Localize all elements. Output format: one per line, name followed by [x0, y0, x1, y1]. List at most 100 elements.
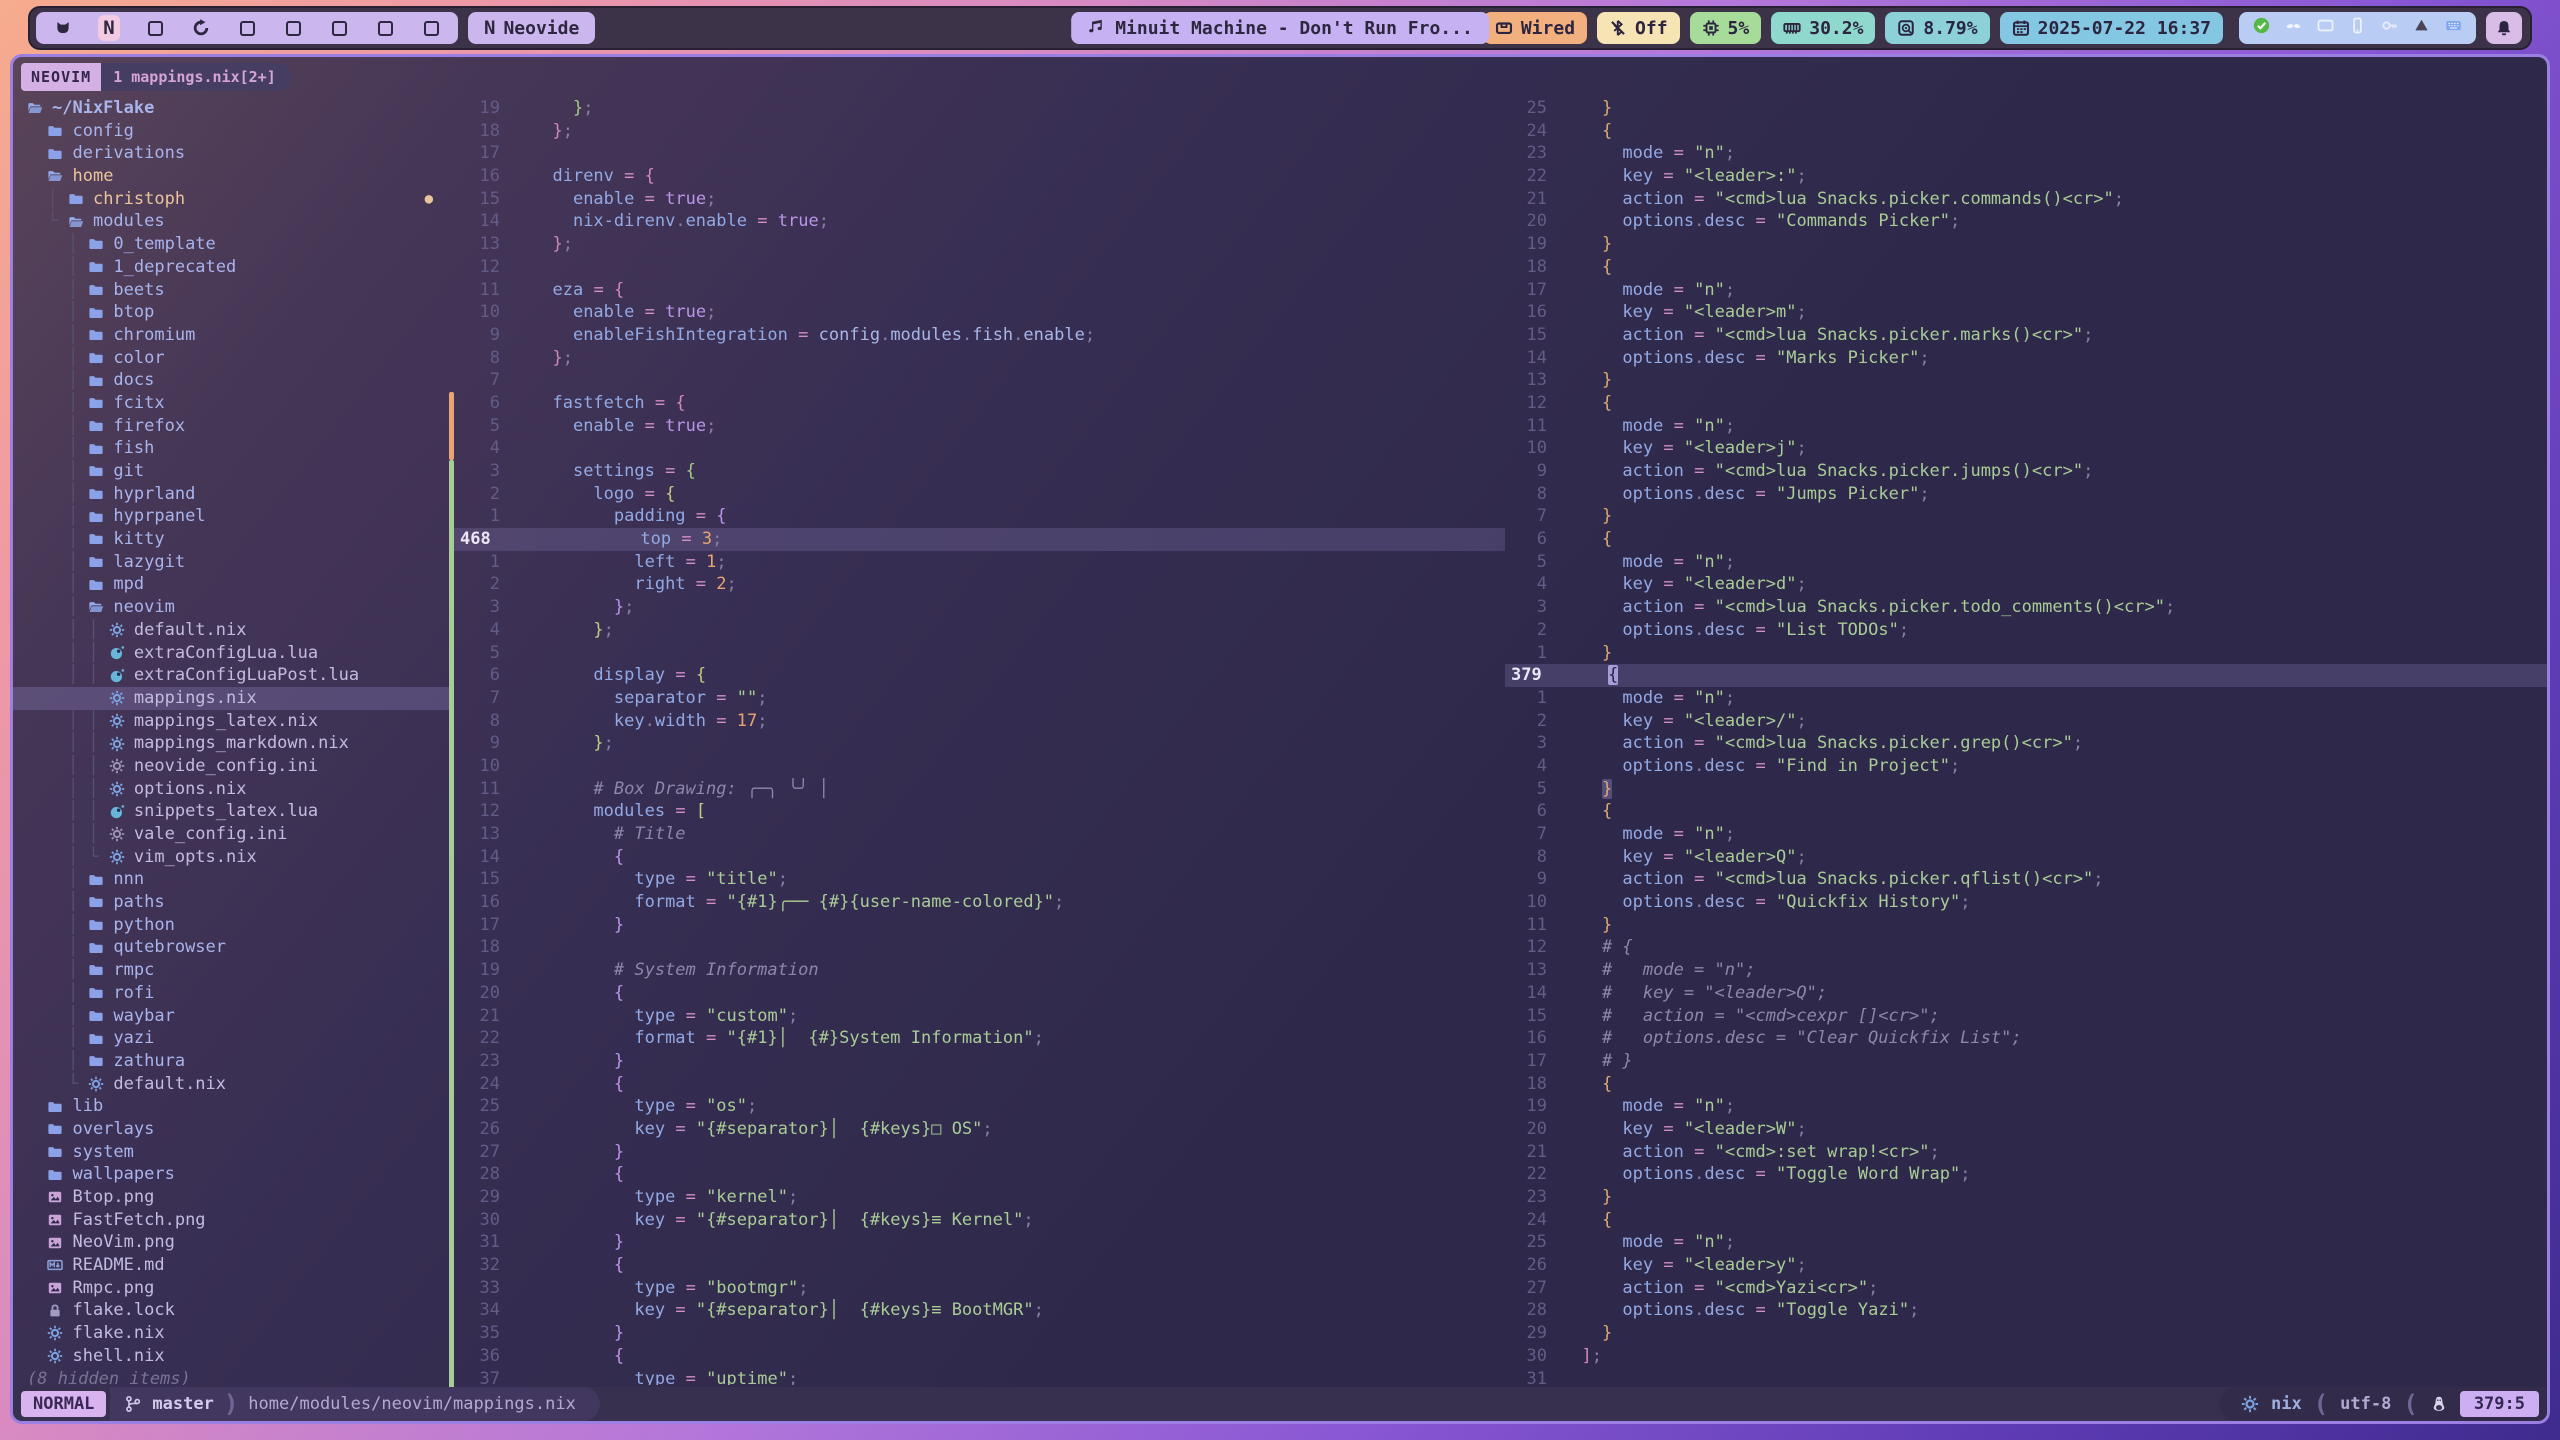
left-pane-code-line[interactable]: 5	[454, 642, 1505, 665]
tree-item-lazygit[interactable]: │ lazygit	[13, 551, 449, 574]
active-app-pill[interactable]: N Neovide	[468, 12, 595, 44]
right-pane-code-line[interactable]: 11 mode = "n";	[1505, 415, 2547, 438]
right-pane-code-line[interactable]: 20 options.desc = "Commands Picker";	[1505, 210, 2547, 233]
left-pane-code-line[interactable]: 33 type = "bootmgr";	[454, 1277, 1505, 1300]
right-pane-code-line[interactable]: 13 # mode = "n";	[1505, 959, 2547, 982]
tree-item-modules[interactable]: └ modules	[13, 210, 449, 233]
tree-item-wallpapers[interactable]: wallpapers	[13, 1163, 449, 1186]
right-pane-code-line[interactable]: 21 action = "<cmd>lua Snacks.picker.comm…	[1505, 188, 2547, 211]
tree-item-derivations[interactable]: derivations	[13, 142, 449, 165]
left-pane-code-line[interactable]: 15 enable = true;	[454, 188, 1505, 211]
tree-item-paths[interactable]: │ paths	[13, 891, 449, 914]
left-pane-code-line[interactable]: 2 logo = {	[454, 483, 1505, 506]
right-pane-code-line[interactable]: 4 options.desc = "Find in Project";	[1505, 755, 2547, 778]
left-pane-code-line[interactable]: 2 right = 2;	[454, 573, 1505, 596]
tray-check-circle[interactable]	[2253, 17, 2270, 39]
left-pane-code-line[interactable]: 32 {	[454, 1254, 1505, 1277]
right-pane-code-line[interactable]: 14 options.desc = "Marks Picker";	[1505, 347, 2547, 370]
tree-item-flake.lock[interactable]: flake.lock	[13, 1299, 449, 1322]
tray-phone[interactable]	[2349, 17, 2366, 39]
tree-item-rofi[interactable]: │ rofi	[13, 982, 449, 1005]
left-pane-code-line[interactable]: 7 separator = "";	[454, 687, 1505, 710]
workspace-square[interactable]	[144, 15, 166, 41]
tree-item-home[interactable]: home	[13, 165, 449, 188]
stat-chip-disk[interactable]: 8.79%	[1885, 12, 1989, 44]
tree-item-overlays[interactable]: overlays	[13, 1118, 449, 1141]
right-pane-code-line[interactable]: 24 {	[1505, 1209, 2547, 1232]
left-pane-code-line[interactable]: 27 }	[454, 1141, 1505, 1164]
tray-triangle[interactable]	[2413, 17, 2430, 39]
left-pane-code-line[interactable]: 11 # Box Drawing: ╭─╮ ╰╯ │	[454, 778, 1505, 801]
left-pane-code-line[interactable]: 12 modules = [	[454, 800, 1505, 823]
stat-chip-bluetooth-off[interactable]: Off	[1597, 12, 1680, 44]
stat-chip-ram[interactable]: 30.2%	[1771, 12, 1875, 44]
tree-item-beets[interactable]: │ beets	[13, 279, 449, 302]
tree-item-Rmpc.png[interactable]: Rmpc.png	[13, 1277, 449, 1300]
tree-item-christoph[interactable]: │ christoph●	[13, 188, 449, 211]
right-pane-code-line[interactable]: 25 }	[1505, 97, 2547, 120]
tree-item-config[interactable]: config	[13, 120, 449, 143]
left-pane-code-line[interactable]: 19 };	[454, 97, 1505, 120]
left-pane-code-line[interactable]: 6 fastfetch = {	[454, 392, 1505, 415]
workspace-neovim-n-active[interactable]: N	[98, 15, 120, 41]
tree-item-docs[interactable]: │ docs	[13, 369, 449, 392]
right-pane-code-line[interactable]: 16 key = "<leader>m";	[1505, 301, 2547, 324]
left-pane-code-line[interactable]: 10 enable = true;	[454, 301, 1505, 324]
left-pane-code-line[interactable]: 16 format = "{#1}╭── {#}{user-name-color…	[454, 891, 1505, 914]
left-pane-code-line[interactable]: 18	[454, 936, 1505, 959]
tree-item-vale_config.ini[interactable]: │ │ vale_config.ini	[13, 823, 449, 846]
workspace-refresh[interactable]	[190, 15, 212, 41]
right-pane-code-line[interactable]: 1 mode = "n";	[1505, 687, 2547, 710]
left-pane-code-line[interactable]: 1 left = 1;	[454, 551, 1505, 574]
right-pane-code-line[interactable]: 23 mode = "n";	[1505, 142, 2547, 165]
left-pane-code-line[interactable]: 4 };	[454, 619, 1505, 642]
left-pane-code-line[interactable]: 16 direnv = {	[454, 165, 1505, 188]
left-pane-code-line[interactable]: 28 {	[454, 1163, 1505, 1186]
workspace-square[interactable]	[236, 15, 258, 41]
left-pane-code-line[interactable]: 11 eza = {	[454, 279, 1505, 302]
left-pane-code-line[interactable]: 3 };	[454, 596, 1505, 619]
left-pane-code-line[interactable]: 9 };	[454, 732, 1505, 755]
workspace-square[interactable]	[420, 15, 442, 41]
right-pane-code-line[interactable]: 18 {	[1505, 256, 2547, 279]
right-pane-code-line[interactable]: 8 key = "<leader>Q";	[1505, 846, 2547, 869]
left-pane-code-line[interactable]: 12	[454, 256, 1505, 279]
tree-item-nnn[interactable]: │ nnn	[13, 868, 449, 891]
left-pane-code-line[interactable]: 5 enable = true;	[454, 415, 1505, 438]
left-pane-code-line[interactable]: 15 type = "title";	[454, 868, 1505, 891]
tree-item-mappings_markdown.nix[interactable]: │ │ mappings_markdown.nix	[13, 732, 449, 755]
left-pane-code-line[interactable]: 22 format = "{#1}│ {#}System Information…	[454, 1027, 1505, 1050]
tree-item-hyprland[interactable]: │ hyprland	[13, 483, 449, 506]
left-pane-code-line[interactable]: 26 key = "{#separator}│ {#keys}□ OS";	[454, 1118, 1505, 1141]
tab-buffer-mappings-nix[interactable]: 1 mappings.nix[2+]	[101, 63, 292, 91]
right-pane-code-line[interactable]: 5 }	[1505, 778, 2547, 801]
left-pane-code-line[interactable]: 13 # Title	[454, 823, 1505, 846]
right-pane-code-line[interactable]: 10 options.desc = "Quickfix History";	[1505, 891, 2547, 914]
right-pane-code-line[interactable]: 5 mode = "n";	[1505, 551, 2547, 574]
tree-item-mappings_latex.nix[interactable]: │ │ mappings_latex.nix	[13, 710, 449, 733]
right-pane-code-line[interactable]: 6 {	[1505, 528, 2547, 551]
left-pane-code-line[interactable]: 37 type = "uptime";	[454, 1368, 1505, 1386]
right-pane-code-line[interactable]: 2 options.desc = "List TODOs";	[1505, 619, 2547, 642]
left-pane-code-line[interactable]: 1 padding = {	[454, 505, 1505, 528]
left-pane-code-line[interactable]: 17	[454, 142, 1505, 165]
tree-item-git[interactable]: │ git	[13, 460, 449, 483]
tree-item-python[interactable]: │ python	[13, 914, 449, 937]
tree-item-default.nix[interactable]: │ │ default.nix	[13, 619, 449, 642]
right-pane-code-line[interactable]: 7 mode = "n";	[1505, 823, 2547, 846]
right-pane-code-line[interactable]: 2 key = "<leader>/";	[1505, 710, 2547, 733]
workspace-square[interactable]	[282, 15, 304, 41]
tree-item-flake.nix[interactable]: flake.nix	[13, 1322, 449, 1345]
tree-item-btop[interactable]: │ btop	[13, 301, 449, 324]
right-pane-code-line[interactable]: 26 key = "<leader>y";	[1505, 1254, 2547, 1277]
left-pane-code-line[interactable]: 4	[454, 437, 1505, 460]
tray-tv[interactable]	[2317, 17, 2334, 39]
tree-item-shell.nix[interactable]: shell.nix	[13, 1345, 449, 1368]
right-pane-code-line[interactable]: 21 action = "<cmd>:set wrap!<cr>";	[1505, 1141, 2547, 1164]
left-pane-code-line[interactable]: 29 type = "kernel";	[454, 1186, 1505, 1209]
workspace-square[interactable]	[374, 15, 396, 41]
right-pane-code-line[interactable]: 15 action = "<cmd>lua Snacks.picker.mark…	[1505, 324, 2547, 347]
tree-item-zathura[interactable]: │ zathura	[13, 1050, 449, 1073]
right-pane-code-line[interactable]: 19 mode = "n";	[1505, 1095, 2547, 1118]
tree-item-system[interactable]: system	[13, 1141, 449, 1164]
